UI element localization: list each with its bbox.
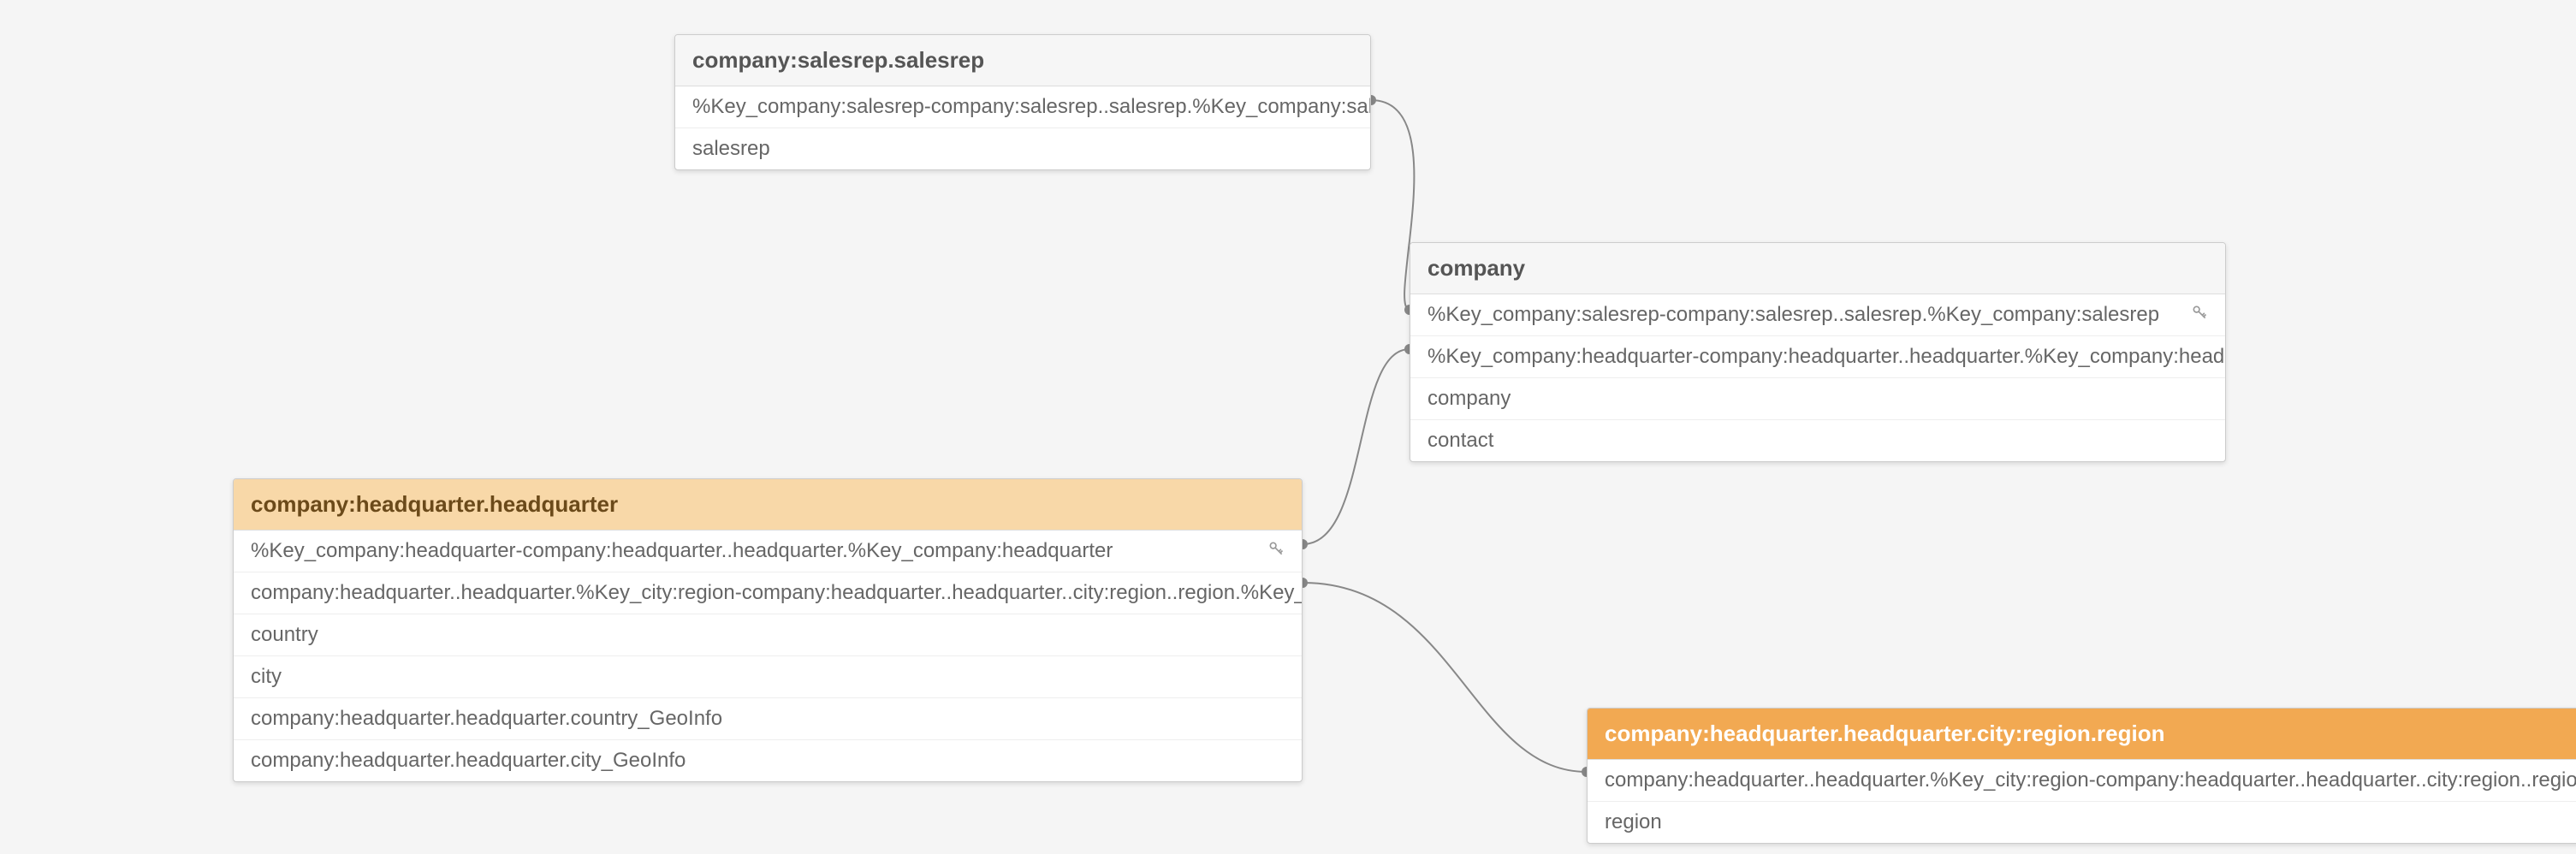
field-label: company:headquarter.headquarter.country_…	[251, 707, 722, 731]
field-label: %Key_company:headquarter-company:headqua…	[251, 539, 1113, 563]
entity-headquarter-row-field1[interactable]: country	[234, 614, 1302, 656]
field-label: city	[251, 665, 282, 689]
entity-headquarter-row-key1[interactable]: %Key_company:headquarter-company:headqua…	[234, 531, 1302, 572]
entity-headquarter[interactable]: company:headquarter.headquarter %Key_com…	[233, 478, 1303, 782]
diagram-canvas[interactable]: company:salesrep.salesrep %Key_company:s…	[0, 0, 2576, 854]
entity-region-header[interactable]: company:headquarter.headquarter.city:reg…	[1588, 709, 2576, 760]
entity-region[interactable]: company:headquarter.headquarter.city:reg…	[1587, 708, 2576, 844]
entity-headquarter-row-key2[interactable]: company:headquarter..headquarter.%Key_ci…	[234, 572, 1302, 614]
entity-region-row-field1[interactable]: region	[1588, 802, 2576, 843]
entity-region-row-key1[interactable]: company:headquarter..headquarter.%Key_ci…	[1588, 760, 2576, 802]
entity-salesrep-row-field[interactable]: salesrep	[675, 128, 1370, 169]
entity-company-row-key2[interactable]: %Key_company:headquarter-company:headqua…	[1410, 336, 2225, 378]
field-label: company	[1427, 387, 1511, 411]
key-icon	[1267, 539, 1285, 563]
entity-salesrep[interactable]: company:salesrep.salesrep %Key_company:s…	[674, 34, 1371, 170]
entity-company-row-field2[interactable]: contact	[1410, 420, 2225, 461]
entity-headquarter-header[interactable]: company:headquarter.headquarter	[234, 479, 1302, 531]
entity-company-row-key1[interactable]: %Key_company:salesrep-company:salesrep..…	[1410, 294, 2225, 336]
entity-headquarter-row-field4[interactable]: company:headquarter.headquarter.city_Geo…	[234, 740, 1302, 781]
field-label: %Key_company:headquarter-company:headqua…	[1427, 345, 2226, 369]
field-label: company:headquarter..headquarter.%Key_ci…	[251, 581, 1303, 605]
entity-headquarter-row-field2[interactable]: city	[234, 656, 1302, 698]
field-label: %Key_company:salesrep-company:salesrep..…	[1427, 303, 2159, 327]
field-label: contact	[1427, 429, 1493, 453]
field-label: company:headquarter.headquarter.city_Geo…	[251, 749, 686, 773]
field-label: company:headquarter..headquarter.%Key_ci…	[1605, 768, 2576, 792]
entity-company-header[interactable]: company	[1410, 243, 2225, 294]
field-label: salesrep	[692, 137, 770, 161]
entity-headquarter-row-field3[interactable]: company:headquarter.headquarter.country_…	[234, 698, 1302, 740]
entity-salesrep-header[interactable]: company:salesrep.salesrep	[675, 35, 1370, 86]
field-label: region	[1605, 810, 1662, 834]
entity-salesrep-row-key[interactable]: %Key_company:salesrep-company:salesrep..…	[675, 86, 1370, 128]
field-label: country	[251, 623, 318, 647]
entity-company[interactable]: company %Key_company:salesrep-company:sa…	[1410, 242, 2226, 462]
field-label: %Key_company:salesrep-company:salesrep..…	[692, 95, 1371, 119]
entity-company-row-field1[interactable]: company	[1410, 378, 2225, 420]
key-icon	[2191, 303, 2208, 327]
